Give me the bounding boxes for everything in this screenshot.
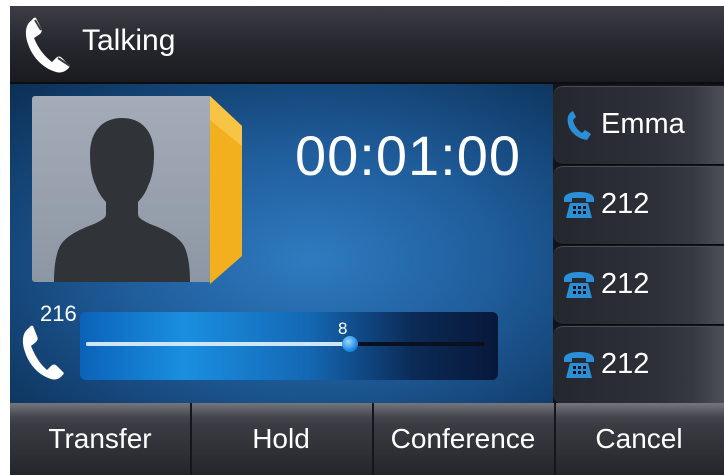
line-key-sheen (692, 167, 724, 244)
call-duration: 00:01:00 (295, 124, 521, 187)
phone-icon (564, 192, 594, 218)
volume-track[interactable] (86, 336, 486, 352)
volume-value: 8 (338, 319, 348, 338)
extension-number: 216 (40, 301, 77, 326)
hold-button[interactable]: Hold (190, 403, 374, 475)
transfer-button[interactable]: Transfer (10, 403, 192, 475)
line-key-label: 212 (601, 348, 650, 380)
handset-icon (25, 17, 71, 73)
line-keys: Emma 212 212 212 (553, 84, 724, 405)
conference-button[interactable]: Conference (372, 403, 556, 475)
phone-icon (564, 272, 594, 298)
volume-slider[interactable]: 8 (80, 312, 498, 380)
line-key-label: 212 (601, 188, 650, 220)
line-key-sheen (692, 87, 724, 164)
handset-icon (567, 111, 591, 140)
line-key-3[interactable]: 212 (553, 246, 724, 325)
line-key-label: Emma (601, 108, 685, 140)
line-key-sheen (692, 247, 724, 324)
page-title: Talking (82, 24, 176, 57)
avatar (32, 96, 242, 284)
line-key-4[interactable]: 212 (553, 326, 724, 405)
handset-icon (22, 325, 64, 380)
softkey-bar: Transfer Hold Conference Cancel (10, 403, 724, 475)
avatar-fold-accent (210, 96, 242, 284)
phone-screen: Talking 00:01:00 216 8 Emma 212 212 212 … (10, 6, 724, 475)
contact-photo (32, 96, 212, 282)
volume-knob[interactable] (342, 336, 358, 352)
line-key-sheen (692, 327, 724, 404)
title-bar: Talking (10, 6, 724, 84)
call-panel: 00:01:00 216 8 (10, 84, 555, 403)
line-key-2[interactable]: 212 (553, 166, 724, 245)
cancel-button[interactable]: Cancel (554, 403, 724, 475)
line-key-1[interactable]: Emma (553, 86, 724, 165)
line-key-label: 212 (601, 268, 650, 300)
phone-icon (564, 352, 594, 378)
volume-fill (86, 342, 350, 346)
contact-silhouette-icon (54, 118, 190, 282)
volume-remaining (350, 342, 486, 346)
